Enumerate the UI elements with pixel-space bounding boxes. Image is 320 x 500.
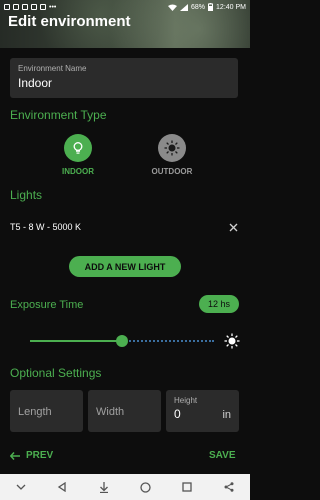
width-field[interactable]: Width — [88, 390, 161, 432]
system-nav-bar — [0, 474, 250, 500]
moon-icon — [14, 335, 20, 347]
nav-download-button[interactable] — [94, 477, 114, 497]
battery-icon — [208, 3, 214, 11]
more-dots-icon: ••• — [49, 3, 57, 11]
indoor-button[interactable] — [64, 134, 92, 162]
save-button[interactable]: SAVE — [209, 450, 236, 461]
exposure-time-title: Exposure Time — [10, 299, 84, 311]
environment-type-title: Environment Type — [10, 108, 107, 122]
lights-title: Lights — [10, 188, 43, 202]
back-triangle-icon — [58, 482, 67, 492]
width-placeholder: Width — [96, 406, 125, 418]
notification-icon — [40, 4, 46, 10]
outdoor-label: OUTDOOR — [151, 167, 193, 176]
height-value[interactable]: 0 — [174, 407, 181, 421]
length-placeholder: Length — [18, 406, 52, 418]
notification-icon — [13, 4, 19, 10]
wifi-icon — [168, 4, 178, 11]
nav-down-button[interactable] — [11, 477, 31, 497]
slider-track-filled — [30, 340, 122, 342]
save-label: SAVE — [209, 450, 236, 461]
clock: 12:40 PM — [216, 3, 246, 11]
page-title: Edit environment — [8, 13, 131, 30]
light-item[interactable]: T5 - 8 W - 5000 K — [10, 220, 238, 234]
notification-icons: ••• — [4, 4, 56, 11]
sun-icon — [164, 140, 180, 156]
notification-icon — [31, 4, 37, 10]
height-label: Height — [174, 396, 198, 405]
status-bar: ••• 68% 12:40 PM — [0, 0, 250, 14]
home-circle-icon — [140, 481, 151, 493]
length-field[interactable]: Length — [10, 390, 83, 432]
environment-name-label: Environment Name — [18, 64, 87, 73]
notification-icon — [22, 4, 28, 10]
env-option-indoor[interactable]: INDOOR — [62, 134, 94, 176]
prev-button[interactable]: PREV — [10, 450, 53, 461]
notification-icon — [4, 4, 10, 10]
indoor-label: INDOOR — [62, 167, 94, 176]
nav-back-button[interactable] — [52, 477, 72, 497]
download-icon — [100, 481, 109, 493]
height-field[interactable]: Height 0 in — [166, 390, 239, 432]
light-item-label: T5 - 8 W - 5000 K — [10, 222, 82, 232]
sun-icon — [224, 333, 240, 349]
arrow-left-icon — [10, 451, 20, 460]
height-unit: in — [222, 409, 231, 421]
exposure-value-badge[interactable]: 12 hs — [199, 295, 239, 313]
slider-track-remaining — [122, 340, 214, 342]
battery-percent: 68% — [191, 3, 206, 11]
environment-name-field[interactable]: Environment Name Indoor — [10, 58, 238, 98]
system-status: 68% 12:40 PM — [168, 3, 246, 11]
slider-thumb[interactable] — [116, 335, 128, 347]
optional-settings-title: Optional Settings — [10, 366, 102, 380]
nav-recents-button[interactable] — [177, 477, 197, 497]
env-option-outdoor[interactable]: OUTDOOR — [150, 134, 194, 176]
signal-icon — [180, 3, 189, 11]
exposure-slider[interactable] — [10, 332, 240, 350]
recents-square-icon — [182, 482, 193, 492]
share-icon — [224, 482, 234, 492]
prev-label: PREV — [26, 450, 54, 461]
nav-home-button[interactable] — [136, 477, 156, 497]
chevron-down-icon — [16, 484, 26, 490]
close-icon[interactable] — [229, 223, 238, 232]
nav-share-button[interactable] — [219, 477, 239, 497]
add-light-button[interactable]: ADD A NEW LIGHT — [69, 256, 181, 277]
outdoor-button[interactable] — [158, 134, 186, 162]
lightbulb-icon — [73, 142, 83, 154]
environment-name-value[interactable]: Indoor — [18, 76, 230, 90]
